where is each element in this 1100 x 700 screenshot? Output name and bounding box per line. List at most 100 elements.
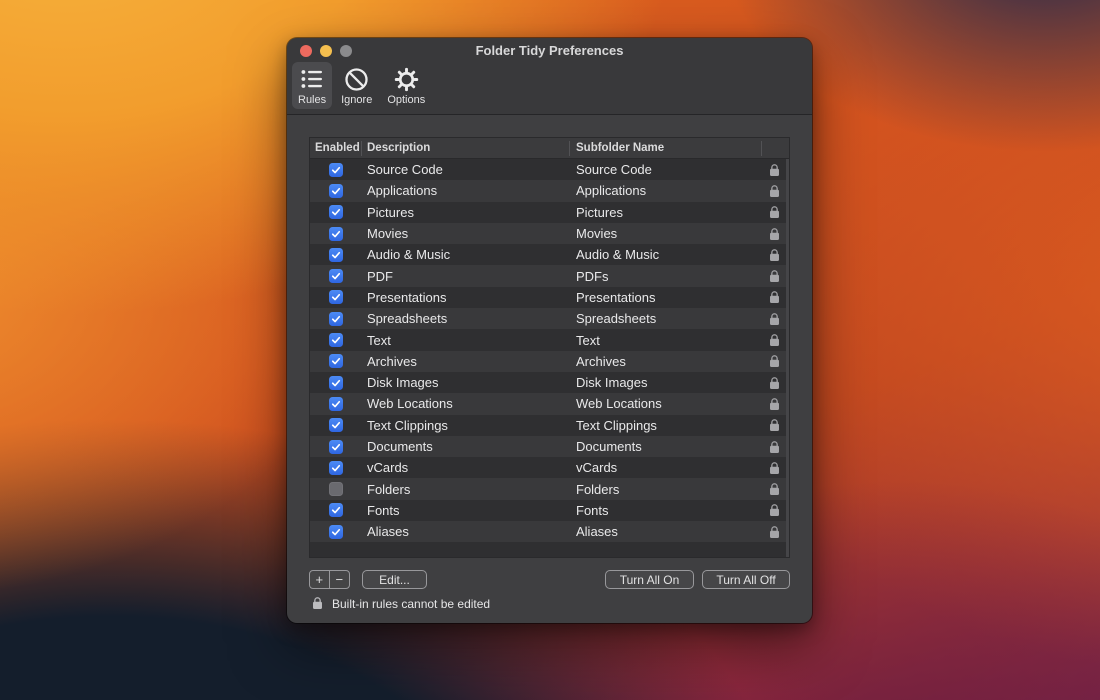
lock-icon [762, 184, 789, 198]
rule-row[interactable]: Audio & MusicAudio & Music [310, 244, 789, 265]
rule-description: Web Locations [362, 396, 570, 411]
rule-enabled-checkbox[interactable] [329, 376, 343, 390]
rule-enabled-cell [310, 461, 362, 475]
column-header-subfolder[interactable]: Subfolder Name [570, 141, 762, 156]
turn-all-off-button[interactable]: Turn All Off [702, 570, 790, 589]
column-header-enabled[interactable]: Enabled [310, 141, 362, 156]
rule-enabled-cell [310, 248, 362, 262]
column-header-lock [762, 141, 789, 156]
rule-row[interactable]: Disk ImagesDisk Images [310, 372, 789, 393]
lock-icon [762, 397, 789, 411]
rule-enabled-cell [310, 312, 362, 326]
window-title: Folder Tidy Preferences [287, 38, 812, 64]
lock-icon [762, 227, 789, 241]
rule-enabled-cell [310, 525, 362, 539]
rule-row[interactable]: MoviesMovies [310, 223, 789, 244]
rule-row[interactable]: SpreadsheetsSpreadsheets [310, 308, 789, 329]
rule-enabled-checkbox[interactable] [329, 290, 343, 304]
rule-description: PDF [362, 269, 570, 284]
rule-enabled-checkbox[interactable] [329, 227, 343, 241]
rule-subfolder-name: Source Code [570, 162, 762, 177]
preferences-window: Folder Tidy Preferences [287, 38, 812, 623]
rule-enabled-checkbox[interactable] [329, 482, 343, 496]
rule-description: Archives [362, 354, 570, 369]
toolbar-tab-rules[interactable]: Rules [292, 62, 332, 109]
remove-rule-button[interactable]: − [330, 571, 349, 588]
lock-icon [762, 376, 789, 390]
rule-row[interactable]: AliasesAliases [310, 521, 789, 542]
rule-enabled-checkbox[interactable] [329, 354, 343, 368]
rule-enabled-cell [310, 482, 362, 496]
rule-row[interactable]: PicturesPictures [310, 202, 789, 223]
rule-subfolder-name: Aliases [570, 524, 762, 539]
rule-subfolder-name: Fonts [570, 503, 762, 518]
rule-row[interactable]: FontsFonts [310, 500, 789, 521]
rule-row[interactable]: Source CodeSource Code [310, 159, 789, 180]
rule-enabled-cell [310, 163, 362, 177]
rule-enabled-checkbox[interactable] [329, 163, 343, 177]
lock-icon [762, 269, 789, 283]
rule-row[interactable]: Web LocationsWeb Locations [310, 393, 789, 414]
rule-row[interactable]: DocumentsDocuments [310, 436, 789, 457]
rule-row[interactable]: TextText [310, 329, 789, 350]
column-header-description[interactable]: Description [362, 141, 570, 156]
toolbar-tab-label: Ignore [341, 94, 372, 106]
rule-enabled-checkbox[interactable] [329, 418, 343, 432]
rule-enabled-checkbox[interactable] [329, 461, 343, 475]
titlebar[interactable]: Folder Tidy Preferences [287, 38, 812, 63]
rule-row[interactable]: PresentationsPresentations [310, 287, 789, 308]
rule-subfolder-name: Movies [570, 226, 762, 241]
rule-row[interactable]: ArchivesArchives [310, 351, 789, 372]
lock-icon [762, 312, 789, 326]
lock-icon [762, 525, 789, 539]
rule-subfolder-name: Web Locations [570, 396, 762, 411]
rule-description: Audio & Music [362, 247, 570, 262]
rule-description: Movies [362, 226, 570, 241]
rule-enabled-cell [310, 333, 362, 347]
rule-subfolder-name: Folders [570, 482, 762, 497]
lock-icon [762, 503, 789, 517]
rule-row[interactable]: PDFPDFs [310, 265, 789, 286]
rule-enabled-cell [310, 205, 362, 219]
rule-description: Aliases [362, 524, 570, 539]
turn-all-on-button[interactable]: Turn All On [605, 570, 694, 589]
rule-enabled-checkbox[interactable] [329, 397, 343, 411]
edit-button[interactable]: Edit... [362, 570, 427, 589]
rule-enabled-cell [310, 290, 362, 304]
toolbar-tab-ignore[interactable]: Ignore [335, 62, 378, 109]
rule-enabled-checkbox[interactable] [329, 312, 343, 326]
lock-icon [762, 354, 789, 368]
toolbar-tab-label: Options [387, 94, 425, 106]
rule-subfolder-name: vCards [570, 460, 762, 475]
rule-subfolder-name: Audio & Music [570, 247, 762, 262]
rule-description: Fonts [362, 503, 570, 518]
rule-subfolder-name: Documents [570, 439, 762, 454]
rule-row[interactable]: FoldersFolders [310, 478, 789, 499]
rule-enabled-checkbox[interactable] [329, 205, 343, 219]
rule-enabled-checkbox[interactable] [329, 333, 343, 347]
rule-subfolder-name: Text [570, 333, 762, 348]
rule-enabled-checkbox[interactable] [329, 248, 343, 262]
window-chrome: Folder Tidy Preferences [287, 38, 812, 115]
toolbar: Rules Ignore [287, 62, 812, 114]
toolbar-tab-options[interactable]: Options [381, 62, 431, 109]
lock-icon [762, 205, 789, 219]
lock-icon [762, 418, 789, 432]
rule-enabled-checkbox[interactable] [329, 184, 343, 198]
rule-enabled-checkbox[interactable] [329, 269, 343, 283]
rule-enabled-checkbox[interactable] [329, 503, 343, 517]
rule-row[interactable]: ApplicationsApplications [310, 180, 789, 201]
rule-description: Folders [362, 482, 570, 497]
rule-subfolder-name: Archives [570, 354, 762, 369]
toolbar-tab-label: Rules [298, 94, 326, 106]
add-rule-button[interactable]: + [310, 571, 330, 588]
rule-row[interactable]: Text ClippingsText Clippings [310, 415, 789, 436]
rule-row[interactable]: vCardsvCards [310, 457, 789, 478]
rules-table: Enabled Description Subfolder Name Sourc… [309, 137, 790, 558]
rule-enabled-checkbox[interactable] [329, 525, 343, 539]
list-icon [299, 66, 325, 92]
table-right-gutter [786, 159, 789, 557]
rule-enabled-cell [310, 354, 362, 368]
rule-enabled-checkbox[interactable] [329, 440, 343, 454]
rule-description: Pictures [362, 205, 570, 220]
